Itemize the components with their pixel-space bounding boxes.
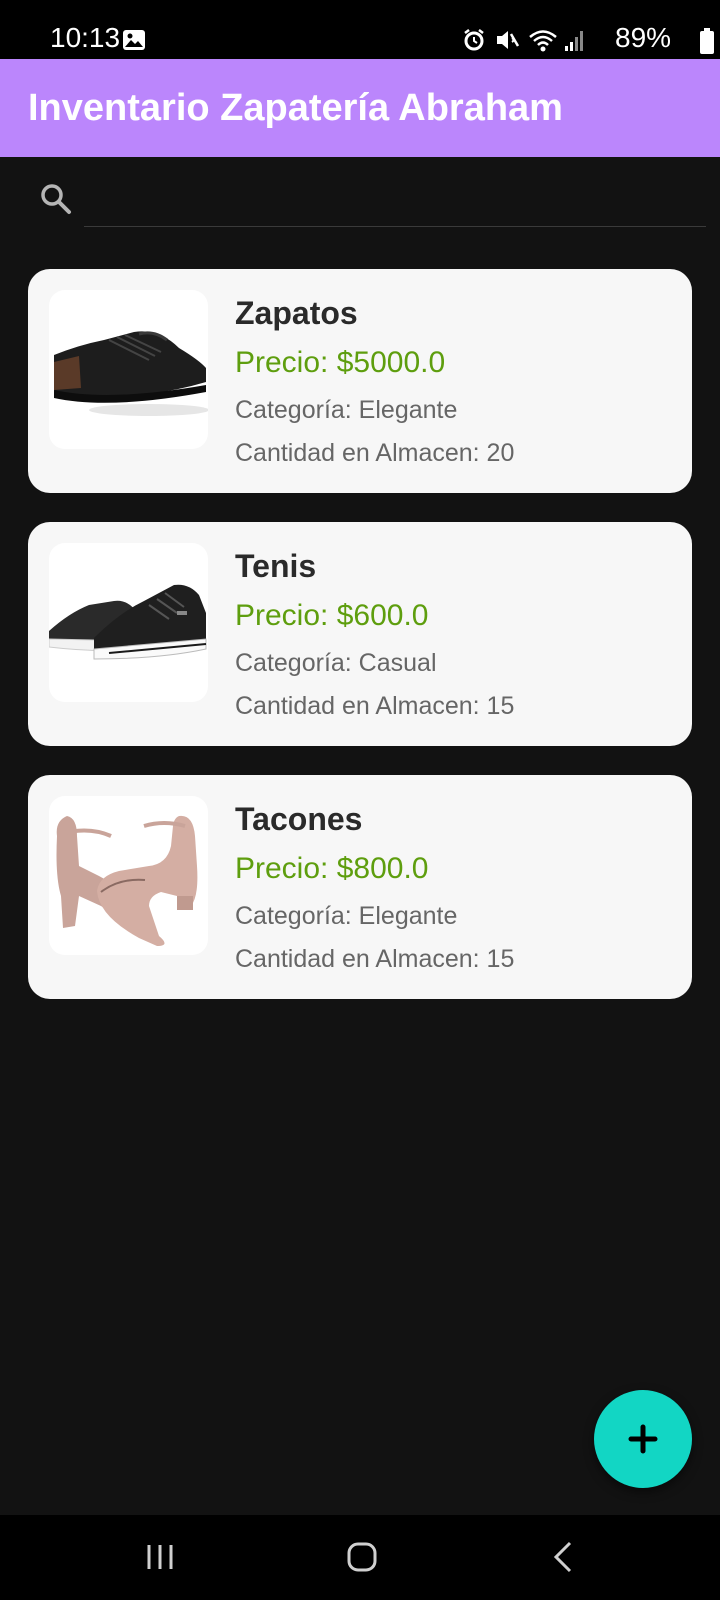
- product-card[interactable]: Zapatos Precio: $5000.0 Categoría: Elega…: [28, 269, 692, 493]
- status-icons: 89%: [440, 18, 720, 58]
- search-input[interactable]: [84, 171, 706, 227]
- product-image: [49, 543, 208, 702]
- alarm-icon: [464, 29, 484, 51]
- status-time: 10:13: [50, 22, 121, 53]
- wifi-icon: [529, 30, 557, 52]
- sneakers-image: [49, 584, 207, 660]
- product-category: Categoría: Elegante: [235, 396, 458, 424]
- product-name: Tenis: [235, 548, 317, 584]
- shoe-image: [54, 331, 208, 416]
- add-product-button[interactable]: [594, 1390, 692, 1488]
- home-icon[interactable]: [332, 1535, 392, 1579]
- product-category: Categoría: Elegante: [235, 902, 458, 930]
- product-quantity: Cantidad en Almacen: 15: [235, 945, 515, 973]
- product-name: Zapatos: [235, 295, 358, 331]
- product-price: Precio: $5000.0: [235, 346, 446, 379]
- plus-icon: [628, 1424, 658, 1454]
- heels-image: [56, 815, 198, 946]
- product-card[interactable]: Tacones Precio: $800.0 Categoría: Elegan…: [28, 775, 692, 999]
- gallery-icon: [123, 30, 145, 50]
- product-image: [49, 796, 208, 955]
- search-icon[interactable]: [38, 181, 74, 217]
- product-quantity: Cantidad en Almacen: 15: [235, 692, 515, 720]
- status-bar: 10:13 89%: [0, 0, 720, 59]
- app-bar: Inventario Zapatería Abraham: [0, 59, 720, 157]
- product-price: Precio: $600.0: [235, 599, 429, 632]
- app-title: Inventario Zapatería Abraham: [28, 87, 563, 129]
- product-name: Tacones: [235, 801, 363, 837]
- battery-percentage: 89%: [615, 22, 672, 53]
- battery-icon: [700, 28, 714, 54]
- recent-apps-icon[interactable]: [130, 1535, 190, 1579]
- navigation-bar: [0, 1515, 720, 1600]
- signal-icon: [565, 31, 583, 51]
- search-bar: [0, 157, 720, 241]
- back-icon[interactable]: [534, 1535, 594, 1579]
- product-quantity: Cantidad en Almacen: 20: [235, 439, 515, 467]
- product-category: Categoría: Casual: [235, 649, 437, 677]
- product-card[interactable]: Tenis Precio: $600.0 Categoría: Casual C…: [28, 522, 692, 746]
- product-image: [49, 290, 208, 449]
- product-price: Precio: $800.0: [235, 852, 429, 885]
- mute-icon: [497, 31, 520, 49]
